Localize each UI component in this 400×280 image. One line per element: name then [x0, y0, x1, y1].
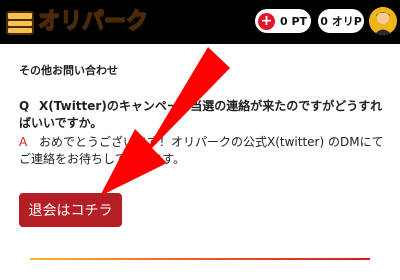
answer-text: おめでとうございます！オリパークの公式X(twitter) のDMにてご連絡をお… — [19, 135, 384, 166]
treasure-chest-icon — [6, 11, 34, 35]
site-logo[interactable]: オリパーク — [4, 6, 149, 38]
question-mark: Q — [19, 99, 30, 113]
points-balance[interactable]: + 0 PT — [255, 9, 311, 33]
logo-text: オリパーク — [37, 8, 149, 35]
plus-circle-icon[interactable]: + — [258, 12, 275, 30]
faq-answer: A おめでとうございます！オリパークの公式X(twitter) のDMにてご連絡を… — [19, 134, 387, 168]
user-avatar-icon[interactable] — [369, 7, 397, 35]
answer-mark: A — [19, 135, 28, 149]
page: オリパーク + 0 PT 0 オリP その他お問い合わせ Q X(Twitter)… — [0, 0, 400, 280]
avatar-face-icon — [369, 7, 397, 35]
section-title: その他お問い合わせ — [19, 64, 118, 77]
orip-balance[interactable]: 0 オリP — [318, 9, 364, 33]
leave-membership-button[interactable]: 退会はコチラ — [19, 193, 122, 227]
orip-label: 0 オリP — [320, 15, 362, 28]
points-label: 0 PT — [280, 14, 308, 28]
gradient-divider — [30, 258, 370, 260]
site-header: オリパーク + 0 PT 0 オリP — [0, 0, 400, 44]
question-text: X(Twitter)のキャンペーン当選の連絡が来たのですがどうすればいいですか。 — [19, 99, 383, 130]
faq-question: Q X(Twitter)のキャンペーン当選の連絡が来たのですがどうすればいいですか… — [19, 98, 387, 132]
